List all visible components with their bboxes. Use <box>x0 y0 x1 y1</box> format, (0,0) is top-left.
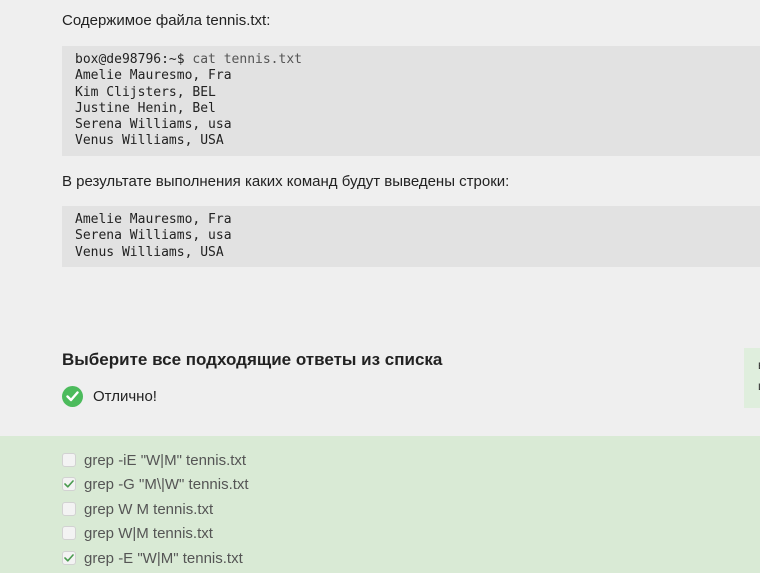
code-line: Venus Williams, USA <box>75 133 224 149</box>
answer-label: grep -iE "W|M" tennis.txt <box>84 451 247 469</box>
checkmark-icon <box>64 480 74 488</box>
code-line: Serena Williams, usa <box>75 228 232 244</box>
answer-option[interactable]: grep W|M tennis.txt <box>62 523 213 543</box>
question-text: В результате выполнения каких команд буд… <box>62 173 510 190</box>
code-line: Kim Clijsters, BEL <box>75 84 216 100</box>
answer-option[interactable]: grep -E "W|M" tennis.txt <box>62 548 243 568</box>
answer-option[interactable]: grep -iE "W|M" tennis.txt <box>62 450 246 470</box>
answer-label: grep -E "W|M" tennis.txt <box>84 549 243 567</box>
code-line: Serena Williams, usa <box>75 117 232 133</box>
intro-text: Содержимое файла tennis.txt: <box>62 12 271 29</box>
code-line: Venus Williams, USA <box>75 244 224 260</box>
code-block-expected-output: Amelie Mauresmo, Fra Serena Williams, us… <box>62 206 760 267</box>
section-title: Выберите все подходящие ответы из списка <box>62 350 443 369</box>
code-line: Amelie Mauresmo, Fra <box>75 212 232 227</box>
answer-option[interactable]: grep -G "M\|W" tennis.txt <box>62 474 249 494</box>
checkbox[interactable] <box>62 502 76 516</box>
checkbox[interactable] <box>62 526 76 540</box>
code-line: Justine Henin, Bel <box>75 100 216 116</box>
answer-label: grep -G "M\|W" tennis.txt <box>84 475 249 493</box>
checkbox[interactable] <box>62 477 76 491</box>
check-circle-icon <box>62 386 83 407</box>
answer-label: grep W M tennis.txt <box>84 500 214 518</box>
shell-prompt: box@de98796:~$ <box>75 52 185 67</box>
checkmark-icon <box>64 554 74 562</box>
answer-list: grep -iE "W|M" tennis.txt grep -G "M\|W"… <box>0 436 760 573</box>
result-status: Отлично! <box>62 386 157 407</box>
answer-label: grep W|M tennis.txt <box>84 524 213 542</box>
answer-option[interactable]: grep W M tennis.txt <box>62 499 213 519</box>
code-block-file-contents: box@de98796:~$ cat tennis.txt Amelie Mau… <box>62 46 760 156</box>
status-label: Отлично! <box>93 388 157 405</box>
checkbox[interactable] <box>62 551 76 565</box>
side-hint-tab[interactable]: в ц <box>744 348 760 408</box>
checkbox[interactable] <box>62 453 76 467</box>
code-line: Amelie Mauresmo, Fra <box>75 68 232 84</box>
shell-command: cat tennis.txt <box>184 52 302 67</box>
